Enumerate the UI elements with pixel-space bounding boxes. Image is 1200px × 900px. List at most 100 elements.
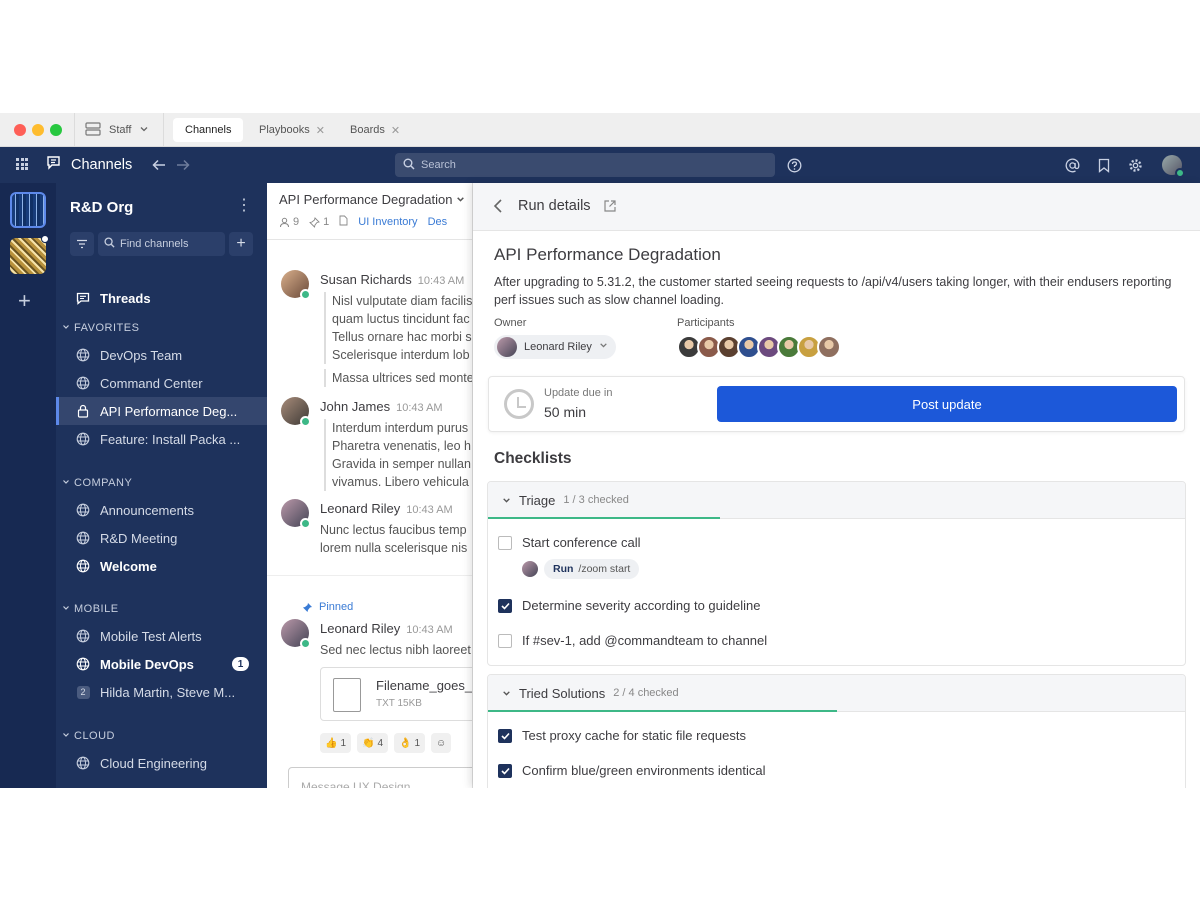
search-input[interactable] — [421, 159, 741, 171]
post-author[interactable]: Susan Richards 10:43 AM — [320, 272, 464, 287]
run-command-button[interactable]: Run/zoom start — [544, 559, 640, 579]
checklist-header[interactable]: Triage 1 / 3 checked — [488, 482, 1185, 519]
close-window-button[interactable] — [14, 124, 26, 136]
pinned-button[interactable]: 1 — [309, 216, 329, 228]
post-time: 10:43 AM — [396, 402, 443, 414]
unread-count-badge: 1 — [232, 657, 249, 671]
checklist-item[interactable]: Test proxy cache for static file request… — [498, 728, 746, 743]
sidebar-item-announcements[interactable]: Announcements — [56, 496, 267, 524]
post-author[interactable]: Leonard Riley 10:43 AM — [320, 621, 453, 636]
close-tab-icon[interactable]: ✕ — [391, 124, 400, 137]
category-mobile[interactable]: MOBILE — [62, 603, 119, 615]
checkbox-checked[interactable] — [498, 728, 512, 743]
add-team-button[interactable]: + — [18, 290, 31, 312]
back-arrow-icon[interactable] — [150, 156, 168, 174]
message-composer[interactable] — [288, 767, 472, 788]
sidebar-item-mobile-test-alerts[interactable]: Mobile Test Alerts — [56, 622, 267, 650]
sidebar-item-rd-meeting[interactable]: R&D Meeting — [56, 524, 267, 552]
forward-arrow-icon[interactable] — [174, 156, 192, 174]
files-icon[interactable] — [339, 215, 348, 229]
team-icon[interactable] — [10, 235, 49, 274]
filter-icon[interactable] — [70, 232, 94, 256]
server-switcher[interactable]: Staff — [74, 113, 164, 147]
tab-boards[interactable]: Boards ✕ — [338, 118, 412, 142]
checkbox[interactable] — [498, 633, 512, 648]
sidebar-item-command-center[interactable]: Command Center — [56, 369, 267, 397]
participants-list[interactable] — [677, 335, 841, 359]
sidebar-item-devops-team[interactable]: DevOps Team — [56, 341, 267, 369]
category-favorites[interactable]: FAVORITES — [62, 322, 139, 334]
avatar[interactable] — [281, 619, 311, 649]
sidebar-item-cloud-engineering[interactable]: Cloud Engineering — [56, 749, 267, 777]
team-name[interactable]: R&D Org — [70, 199, 133, 216]
external-link-icon[interactable] — [603, 199, 619, 215]
reaction-ok-hand[interactable]: 👌 1 — [394, 733, 426, 753]
clock-icon — [504, 389, 534, 419]
product-menu-icon[interactable] — [16, 158, 28, 170]
channel-header-meta: 9 1 UI Inventory Des — [279, 215, 447, 229]
sidebar-item-threads[interactable]: Threads — [56, 284, 267, 312]
sidebar-item-api-performance[interactable]: API Performance Deg... — [56, 397, 267, 425]
saved-messages-icon[interactable] — [1095, 156, 1113, 174]
tab-label: Channels — [185, 124, 232, 136]
owner-selector[interactable]: Leonard Riley — [494, 335, 616, 359]
category-company[interactable]: COMPANY — [62, 477, 132, 489]
globe-icon — [76, 503, 90, 517]
product-name: Channels — [71, 157, 133, 173]
avatar[interactable] — [281, 270, 311, 300]
file-meta: TXT 15KB — [376, 698, 422, 709]
find-channels-input[interactable] — [120, 238, 220, 250]
post-author[interactable]: John James 10:43 AM — [320, 399, 443, 414]
add-channel-button[interactable]: + — [229, 232, 253, 256]
post-update-button[interactable]: Post update — [717, 386, 1177, 422]
members-button[interactable]: 9 — [279, 216, 299, 228]
checklist-item[interactable]: If #sev-1, add @commandteam to channel — [498, 633, 767, 648]
message-input[interactable] — [301, 780, 471, 788]
minimize-window-button[interactable] — [32, 124, 44, 136]
team-menu-icon[interactable]: ⋮ — [236, 197, 252, 215]
avatar[interactable] — [281, 397, 311, 427]
checklist-item[interactable]: Determine severity according to guidelin… — [498, 598, 760, 613]
search-box[interactable] — [395, 153, 775, 177]
channel-header-title[interactable]: API Performance Degradation — [279, 192, 465, 207]
avatar[interactable] — [281, 499, 311, 529]
checklist-item[interactable]: Start conference call — [498, 535, 641, 550]
channel-name: API Performance Degradation — [279, 192, 453, 207]
category-cloud[interactable]: CLOUD — [62, 730, 115, 742]
search-icon — [403, 158, 415, 173]
user-avatar[interactable] — [1162, 155, 1185, 178]
checklist-header[interactable]: Tried Solutions 2 / 4 checked — [488, 675, 1185, 712]
tab-channels[interactable]: Channels — [173, 118, 244, 142]
post-body: Nunc lectus faucibus temp lorem nulla sc… — [320, 521, 472, 557]
tab-playbooks[interactable]: Playbooks ✕ — [247, 118, 337, 142]
chevron-down-icon — [502, 686, 511, 701]
file-attachment[interactable]: Filename_goes_h TXT 15KB — [320, 667, 472, 721]
reaction-thumbs-up[interactable]: 👍 1 — [320, 733, 352, 753]
mentions-icon[interactable] — [1063, 156, 1081, 174]
checkbox-checked[interactable] — [498, 763, 512, 778]
checkbox-checked[interactable] — [498, 598, 512, 613]
participants-label: Participants — [677, 317, 735, 329]
sidebar-item-welcome[interactable]: Welcome — [56, 552, 267, 580]
sidebar-item-group-dm[interactable]: 2 Hilda Martin, Steve M... — [56, 678, 267, 706]
add-reaction-icon[interactable]: ☺ — [431, 733, 452, 753]
post-author[interactable]: Leonard Riley 10:43 AM — [320, 501, 453, 516]
sidebar-item-feature-install[interactable]: Feature: Install Packa ... — [56, 425, 267, 453]
help-icon[interactable] — [785, 156, 803, 174]
run-details-panel: Run details API Performance Degradation … — [473, 183, 1200, 788]
product-switcher[interactable]: Channels — [46, 147, 132, 183]
bookmark-link[interactable]: UI Inventory — [358, 216, 417, 228]
post-line: Gravida in semper nullan — [332, 457, 471, 471]
team-icon-active[interactable] — [10, 192, 46, 228]
find-channels-box[interactable] — [98, 232, 225, 256]
checkbox[interactable] — [498, 535, 512, 550]
bookmark-link[interactable]: Des — [428, 216, 448, 228]
checklist-item[interactable]: Confirm blue/green environments identica… — [498, 763, 766, 778]
maximize-window-button[interactable] — [50, 124, 62, 136]
sidebar-item-mobile-devops[interactable]: Mobile DevOps 1 — [56, 650, 267, 678]
participant-avatar[interactable] — [817, 335, 841, 359]
close-tab-icon[interactable]: ✕ — [316, 124, 325, 137]
reaction-clap[interactable]: 👏 4 — [357, 733, 389, 753]
back-chevron-icon[interactable] — [493, 198, 509, 216]
settings-gear-icon[interactable] — [1126, 156, 1144, 174]
